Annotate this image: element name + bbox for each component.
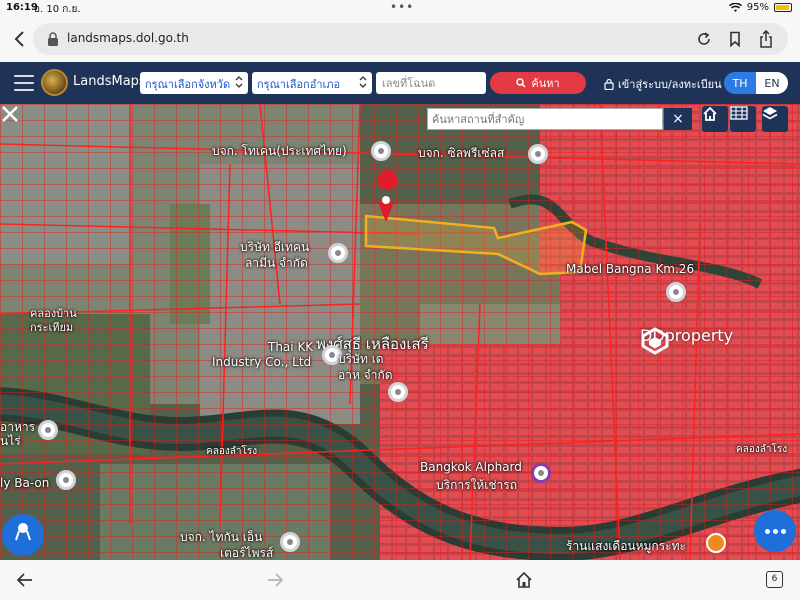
browser-bottom-bar: 6 (0, 560, 800, 600)
reload-icon[interactable] (696, 31, 712, 47)
share-icon[interactable] (758, 30, 774, 48)
district-select[interactable]: กรุณาเลือกอำเภอ (252, 72, 372, 94)
land-map[interactable]: บจก. โทเคน(ประเทศไทย) บจก. ซิลพรีเซ่ลส บ… (0, 104, 800, 560)
multitask-dots-icon[interactable]: ••• (390, 0, 414, 14)
compass-icon (15, 523, 31, 541)
map-label-klong-lamrong: คลองลำโรง (206, 446, 258, 457)
status-date: อ. 10 ก.ย. (34, 4, 81, 15)
map-label-silprasert: บจก. ซิลพรีเซ่ลส (418, 146, 505, 160)
brand-name: LandsMaps (73, 74, 146, 89)
login-link[interactable]: เข้าสู่ระบบ/ลงทะเบียน (604, 75, 722, 93)
map-label-klong-lamrong2: คลองลำโรง (736, 444, 788, 455)
search-icon (516, 78, 526, 88)
lock-icon (48, 32, 58, 46)
poi-marker-icon[interactable] (38, 420, 58, 440)
wifi-icon (728, 2, 742, 12)
bookmark-icon[interactable] (727, 31, 743, 47)
back-arrow-icon[interactable] (16, 571, 34, 589)
poi-marker-icon[interactable] (328, 243, 348, 263)
dol-logo (41, 69, 68, 96)
home-icon (703, 106, 717, 121)
layers-button[interactable] (762, 106, 788, 132)
poi-marker-icon[interactable] (280, 532, 300, 552)
dot-icon (764, 528, 770, 534)
search-button[interactable]: ค้นหา (490, 72, 586, 94)
map-label-raan: ร้านแสงเดือนหมูกระทะ (566, 539, 686, 553)
browser-bar: landsmaps.dol.go.th (0, 17, 800, 62)
map-label-thai-kk: Thai KK (268, 340, 314, 354)
select-caret-icon (235, 76, 243, 88)
clear-search-button[interactable]: × (664, 108, 692, 130)
map-label-aharn2: นไร่ (0, 434, 21, 448)
lock-icon (604, 78, 614, 90)
app-navbar: LandsMaps กรุณาเลือกจังหวัด กรุณาเลือกอำ… (0, 62, 800, 104)
url-text: landsmaps.dol.go.th (67, 31, 189, 45)
status-right: 95% (728, 2, 792, 13)
lang-th-button[interactable]: TH (724, 72, 756, 94)
battery-icon (774, 3, 792, 12)
url-bar[interactable]: landsmaps.dol.go.th (33, 23, 788, 55)
home-button[interactable] (702, 106, 728, 132)
ddproperty-watermark: DDproperty (640, 326, 733, 355)
map-label-baisin2: อาห จำกัด (338, 368, 393, 382)
poi-marker-icon[interactable] (666, 282, 686, 302)
place-search-input[interactable] (427, 108, 663, 130)
login-label: เข้าสู่ระบบ/ลงทะเบียน (618, 78, 722, 91)
screen: 16:19 อ. 10 ก.ย. ••• 95% landsmaps.dol.g… (0, 0, 800, 600)
battery-percent: 95% (746, 2, 769, 13)
poi-marker-icon[interactable] (531, 463, 551, 483)
select-caret-icon (359, 76, 367, 88)
map-label-bangkok-alphard2: บริการให้เช่ารถ (436, 478, 517, 492)
map-label-toa: บจก. โทเคน(ประเทศไทย) (212, 144, 347, 158)
dot-icon (780, 528, 786, 534)
poi-marker-icon[interactable] (371, 141, 391, 161)
search-button-label: ค้นหา (531, 77, 560, 90)
browser-back-icon[interactable] (10, 28, 30, 50)
map-label-bangkok-alphard: Bangkok Alphard (420, 460, 522, 474)
map-label-eden2: ลามีน จำกัด (245, 256, 308, 270)
parcel-grid-button[interactable] (730, 106, 756, 132)
ddproperty-logo-icon (641, 327, 669, 355)
lang-en-button[interactable]: EN (756, 72, 788, 94)
grid-icon (730, 106, 748, 120)
district-select-label: กรุณาเลือกอำเภอ (257, 78, 341, 91)
dot-icon (772, 528, 778, 534)
measure-tool-icon[interactable] (0, 104, 20, 124)
language-toggle: TH EN (724, 72, 788, 94)
province-select-label: กรุณาเลือกจังหวัด (145, 78, 231, 91)
home-icon[interactable] (515, 571, 533, 589)
restaurant-marker-icon[interactable] (706, 533, 726, 553)
map-label-tanyon2: เตอร์ไพรส์ (220, 546, 274, 560)
battery-fill (776, 5, 790, 10)
forward-arrow-icon[interactable] (266, 571, 284, 589)
status-bar: 16:19 อ. 10 ก.ย. ••• 95% (0, 0, 800, 17)
tabs-count-button[interactable]: 6 (766, 571, 783, 588)
menu-icon[interactable] (14, 75, 34, 91)
map-label-thai-kk2: Industry Co., Ltd (212, 355, 312, 369)
province-select[interactable]: กรุณาเลือกจังหวัด (140, 72, 248, 94)
map-label-mabel: Mabel Bangna Km.26 (566, 262, 695, 276)
more-options-button[interactable] (754, 510, 796, 552)
poi-marker-icon[interactable] (388, 382, 408, 402)
poi-marker-icon[interactable] (528, 144, 548, 164)
tools-fab-button[interactable] (2, 514, 44, 556)
map-label-klong-ban2: กระเทียม (30, 321, 74, 334)
map-label-baon: ly Ba-on (0, 476, 50, 490)
layers-icon (762, 107, 778, 120)
poi-marker-icon[interactable] (56, 470, 76, 490)
deed-number-input[interactable] (376, 72, 486, 94)
